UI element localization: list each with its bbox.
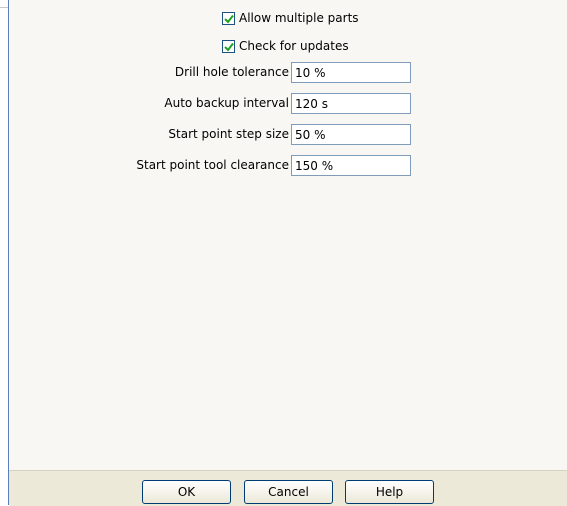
check-for-updates-label: Check for updates [239,39,349,53]
checkmark-icon [224,14,234,24]
auto-backup-interval-row: Auto backup interval [9,93,289,115]
checkmark-icon [224,42,234,52]
allow-multiple-parts-checkbox[interactable] [222,11,235,25]
drill-hole-tolerance-input[interactable]: 10 % [291,62,411,83]
start-point-tool-clearance-input[interactable]: 150 % [291,155,411,176]
options-content: Allow multiple parts Check for updates D… [9,0,567,470]
drill-hole-tolerance-label: Drill hole tolerance [174,65,289,79]
drill-hole-tolerance-row: Drill hole tolerance [9,62,289,84]
start-point-step-size-row: Start point step size [9,124,289,146]
start-point-step-size-input[interactable]: 50 % [291,124,411,145]
ok-button[interactable]: OK [142,480,231,504]
options-panel: Allow multiple parts Check for updates D… [8,0,567,506]
check-for-updates-option[interactable]: Check for updates [222,38,349,54]
help-button[interactable]: Help [345,480,434,504]
cancel-button[interactable]: Cancel [244,480,333,504]
allow-multiple-parts-option[interactable]: Allow multiple parts [222,10,359,26]
auto-backup-interval-label: Auto backup interval [164,96,289,110]
start-point-tool-clearance-row: Start point tool clearance [9,155,289,177]
allow-multiple-parts-label: Allow multiple parts [239,11,359,25]
start-point-step-size-label: Start point step size [168,127,289,141]
auto-backup-interval-input[interactable]: 120 s [291,93,411,114]
check-for-updates-checkbox[interactable] [222,39,235,53]
start-point-tool-clearance-label: Start point tool clearance [136,158,289,172]
